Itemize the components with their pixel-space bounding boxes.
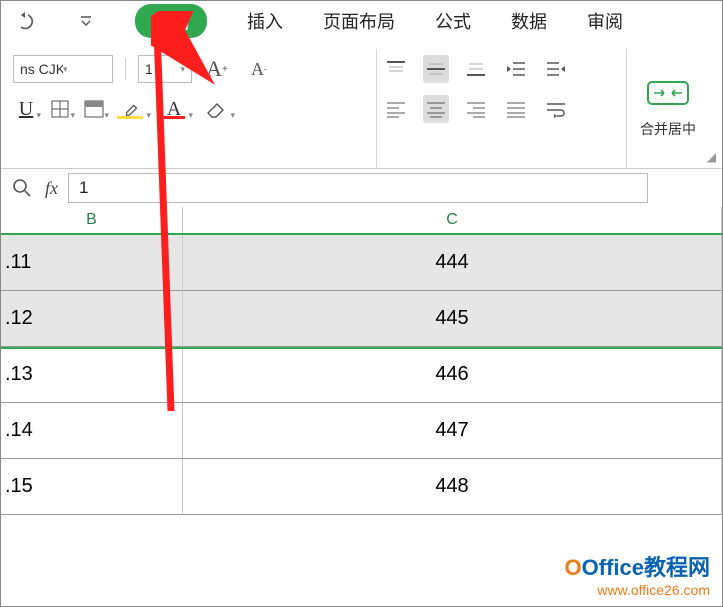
eraser-button[interactable]: ▾ [199, 95, 233, 123]
align-middle-icon[interactable] [423, 55, 449, 83]
merge-cells-label: 合并居中 [640, 119, 696, 139]
tab-page-layout[interactable]: 页面布局 [323, 8, 395, 34]
cell-c[interactable]: 446 [183, 347, 722, 403]
table-row[interactable]: .13 446 [1, 347, 722, 403]
watermark-logo: OOffice教程网Office教程网 www.office26.com [565, 550, 710, 598]
cell-c[interactable]: 447 [183, 403, 722, 459]
undo-button[interactable] [11, 7, 37, 35]
highlight-color-button[interactable]: ▾ [115, 95, 149, 123]
table-row[interactable]: .15 448 [1, 459, 722, 515]
underline-button[interactable]: U▾ [13, 95, 39, 123]
tab-home[interactable]: 开始 [135, 4, 207, 38]
cell-styles-button[interactable]: ▾ [81, 95, 107, 123]
increase-indent-icon[interactable] [543, 55, 569, 83]
cell-c[interactable]: 444 [183, 235, 722, 291]
merge-cells-icon[interactable] [646, 78, 690, 113]
table-row[interactable]: .12 445 [1, 291, 722, 347]
tab-data[interactable]: 数据 [511, 8, 547, 34]
decrease-indent-icon[interactable] [503, 55, 529, 83]
cell-b[interactable]: .15 [1, 459, 183, 515]
cell-b[interactable]: .13 [1, 347, 183, 403]
cell-b[interactable]: .11 [1, 235, 183, 291]
font-name-combo[interactable]: ns CJK SC▾ [13, 55, 113, 83]
decrease-font-icon[interactable]: A- [242, 55, 276, 83]
tab-review[interactable]: 审阅 [587, 8, 623, 34]
selection-border-bottom [1, 347, 722, 349]
table-row[interactable]: .11 444 [1, 235, 722, 291]
quick-access-dropdown[interactable] [73, 7, 99, 35]
col-header-b[interactable]: B [1, 207, 183, 233]
tab-formulas[interactable]: 公式 [435, 8, 471, 34]
separator [125, 58, 126, 80]
table-row[interactable]: .14 447 [1, 403, 722, 459]
font-color-button[interactable]: A ▾ [157, 95, 191, 123]
justify-icon[interactable] [503, 95, 529, 123]
lookup-icon[interactable] [9, 174, 35, 202]
cell-b[interactable]: .14 [1, 403, 183, 459]
fx-icon[interactable]: fx [45, 178, 58, 199]
cell-c[interactable]: 445 [183, 291, 722, 347]
align-dialog-launcher[interactable]: ◢ [707, 150, 716, 164]
align-top-icon[interactable] [383, 55, 409, 83]
formula-bar-input[interactable] [68, 173, 648, 203]
tab-insert[interactable]: 插入 [247, 8, 283, 34]
align-right-icon[interactable] [463, 95, 489, 123]
increase-font-icon[interactable]: A+ [200, 55, 234, 83]
wrap-text-icon[interactable] [543, 95, 569, 123]
align-bottom-icon[interactable] [463, 55, 489, 83]
font-size-combo[interactable]: 1▾ [138, 55, 192, 83]
col-header-c[interactable]: C [183, 207, 722, 233]
cell-c[interactable]: 448 [183, 459, 722, 515]
align-left-icon[interactable] [383, 95, 409, 123]
ribbon-tabs: 开始 插入 页面布局 公式 数据 审阅 [135, 4, 623, 38]
borders-button[interactable]: ▾ [47, 95, 73, 123]
cell-b[interactable]: .12 [1, 291, 183, 347]
spreadsheet-grid[interactable]: B C .11 444 .12 445 .13 446 .14 447 .15 … [1, 207, 722, 515]
align-center-icon[interactable] [423, 95, 449, 123]
ribbon-toolbar: ns CJK SC▾ 1▾ A+ A- U▾ ▾ ▾ ▾ A [1, 41, 722, 169]
